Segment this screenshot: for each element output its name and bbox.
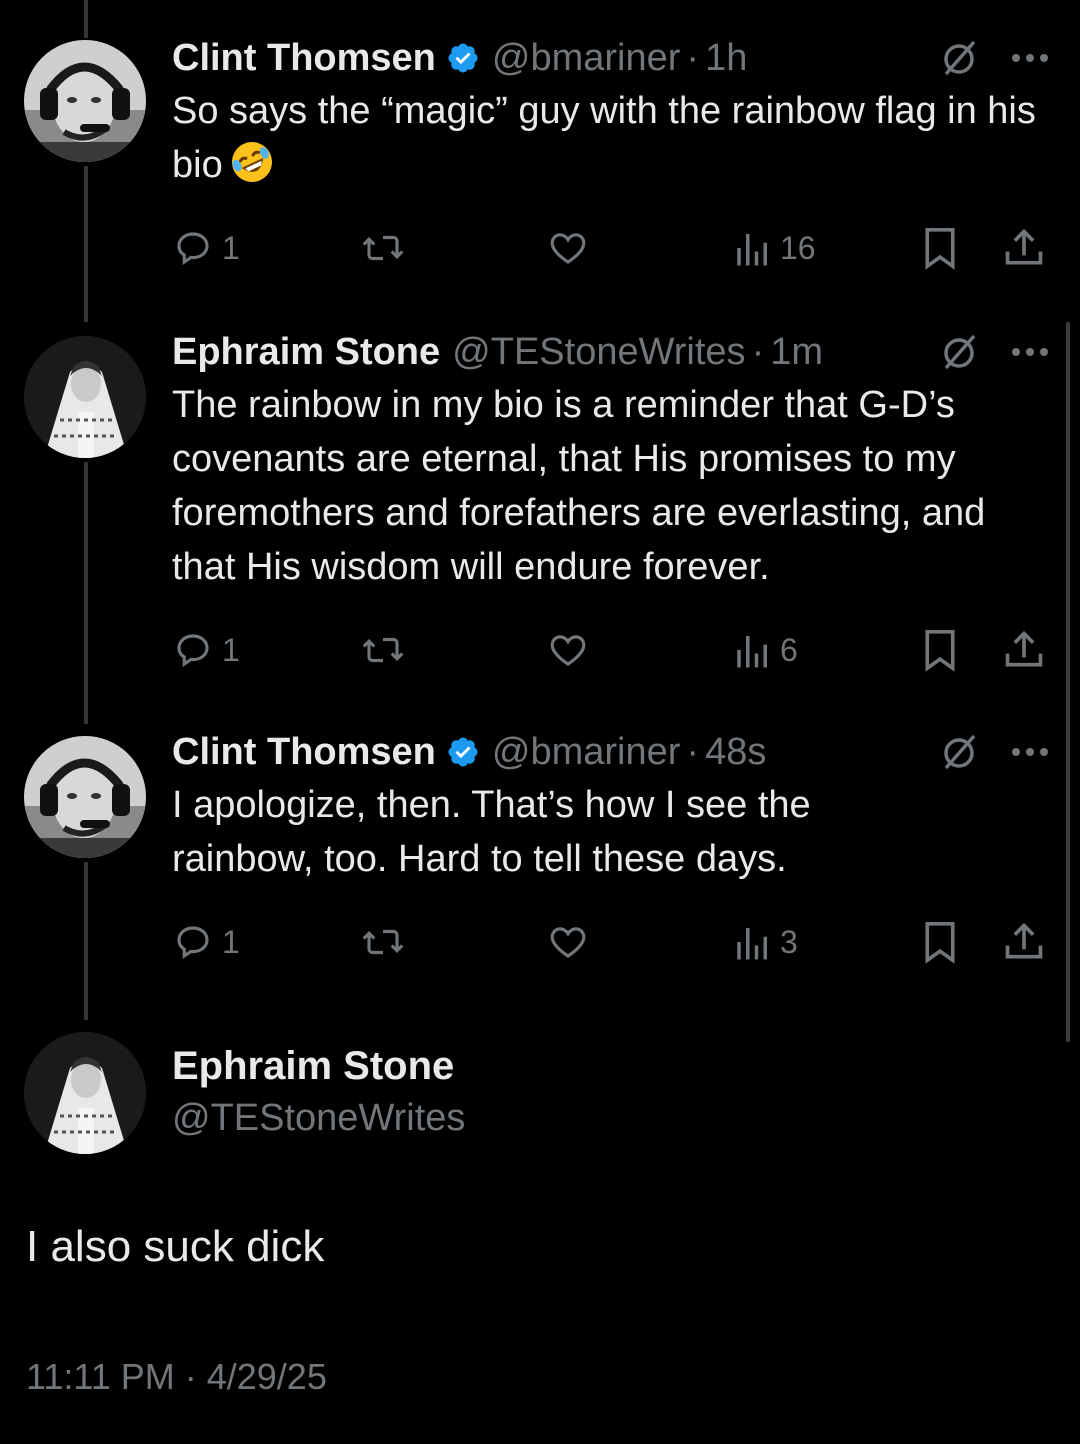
main-post-author[interactable]: Ephraim Stone @TEStoneWrites — [172, 1040, 465, 1144]
bookmark-icon — [925, 630, 955, 672]
scrollbar[interactable] — [1066, 322, 1070, 1042]
tweet-actions: 1 6 — [172, 620, 1050, 680]
thread-line — [84, 862, 88, 1020]
views-icon — [737, 234, 767, 266]
author-handle[interactable]: @bmariner — [492, 731, 681, 774]
views-button[interactable]: 3 — [734, 912, 798, 972]
tweet-time[interactable]: 1m — [770, 331, 823, 374]
heart-icon — [550, 233, 586, 264]
views-count: 6 — [780, 631, 798, 668]
main-post-text: I also suck dick — [26, 1222, 325, 1271]
tweet-time[interactable]: 1h — [705, 37, 747, 80]
grok-icon[interactable] — [940, 38, 980, 78]
like-button[interactable] — [546, 218, 590, 278]
reply-button[interactable]: 1 — [172, 218, 240, 278]
views-button[interactable]: 16 — [734, 218, 816, 278]
repost-icon — [362, 637, 404, 663]
share-icon — [1005, 228, 1043, 265]
rolling-on-floor-laughing-emoji-icon — [231, 142, 272, 182]
tweet-text: I apologize, then. That’s how I see the … — [172, 784, 811, 880]
avatar-clint[interactable] — [24, 736, 146, 858]
bookmark-button[interactable] — [920, 218, 960, 278]
repost-button[interactable] — [360, 912, 406, 972]
tweet-header: Ephraim Stone @TEStoneWrites · 1m — [172, 328, 1050, 376]
reply-icon — [177, 232, 209, 265]
tweet-text: The rainbow in my bio is a reminder that… — [172, 384, 986, 588]
author-name[interactable]: Ephraim Stone — [172, 331, 440, 374]
verified-badge-icon — [448, 43, 478, 73]
main-author-handle[interactable]: @TEStoneWrites — [172, 1092, 465, 1144]
reply-button[interactable]: 1 — [172, 620, 240, 680]
views-icon — [737, 636, 767, 668]
thread-line — [84, 166, 88, 322]
author-name[interactable]: Clint Thomsen — [172, 731, 436, 774]
like-button[interactable] — [546, 620, 590, 680]
author-handle[interactable]: @TEStoneWrites — [452, 331, 745, 374]
author-handle[interactable]: @bmariner — [492, 37, 681, 80]
views-count: 16 — [780, 229, 816, 266]
share-button[interactable] — [1002, 218, 1046, 278]
tweet[interactable]: Ephraim Stone @TEStoneWrites · 1m The ra… — [172, 328, 1050, 680]
tweet-header: Clint Thomsen @bmariner · 1h — [172, 34, 1050, 82]
main-post-timestamp[interactable]: 11:11 PM · 4/29/25 — [26, 1356, 327, 1398]
repost-button[interactable] — [360, 218, 406, 278]
more-options-icon[interactable] — [1010, 52, 1050, 64]
bookmark-icon — [925, 922, 955, 964]
tweet-time[interactable]: 48s — [705, 731, 766, 774]
tweet-text-content: So says the “magic” guy with the rainbow… — [172, 90, 1036, 186]
repost-icon — [362, 929, 404, 955]
avatar-clint[interactable] — [24, 40, 146, 162]
separator-dot: · — [686, 36, 700, 79]
more-options-icon[interactable] — [1010, 346, 1050, 358]
views-icon — [737, 928, 767, 960]
tweet-actions: 1 16 — [172, 218, 1050, 278]
separator-dot: · — [751, 330, 765, 373]
share-icon — [1005, 630, 1043, 667]
verified-badge-icon — [448, 737, 478, 767]
tweet-text: So says the “magic” guy with the rainbow… — [172, 84, 1050, 192]
avatar-ephraim[interactable] — [24, 336, 146, 458]
reply-count: 1 — [222, 923, 240, 960]
author-name[interactable]: Clint Thomsen — [172, 37, 436, 80]
separator-dot: · — [686, 730, 700, 773]
like-button[interactable] — [546, 912, 590, 972]
avatar-ephraim[interactable] — [24, 1032, 146, 1154]
grok-icon[interactable] — [940, 732, 980, 772]
views-button[interactable]: 6 — [734, 620, 798, 680]
tweet-actions: 1 3 — [172, 912, 1050, 972]
grok-icon[interactable] — [940, 332, 980, 372]
heart-icon — [550, 635, 586, 666]
bookmark-button[interactable] — [920, 620, 960, 680]
bookmark-icon — [925, 228, 955, 270]
more-options-icon[interactable] — [1010, 746, 1050, 758]
repost-icon — [362, 235, 404, 261]
reply-icon — [177, 926, 209, 959]
reply-count: 1 — [222, 229, 240, 266]
reply-count: 1 — [222, 631, 240, 668]
bookmark-button[interactable] — [920, 912, 960, 972]
tweet[interactable]: Clint Thomsen @bmariner · 1h So says the… — [172, 34, 1050, 278]
share-button[interactable] — [1002, 620, 1046, 680]
reply-button[interactable]: 1 — [172, 912, 240, 972]
heart-icon — [550, 927, 586, 958]
repost-button[interactable] — [360, 620, 406, 680]
thread-line — [84, 0, 88, 38]
tweet-thread-page: Clint Thomsen @bmariner · 1h So says the… — [0, 0, 1080, 1444]
views-count: 3 — [780, 923, 798, 960]
thread-line — [84, 462, 88, 724]
tweet-header: Clint Thomsen @bmariner · 48s — [172, 728, 1050, 776]
share-icon — [1005, 922, 1043, 959]
main-author-name[interactable]: Ephraim Stone — [172, 1040, 465, 1092]
tweet[interactable]: Clint Thomsen @bmariner · 48s I apologiz… — [172, 728, 1050, 972]
share-button[interactable] — [1002, 912, 1046, 972]
reply-icon — [177, 634, 209, 667]
